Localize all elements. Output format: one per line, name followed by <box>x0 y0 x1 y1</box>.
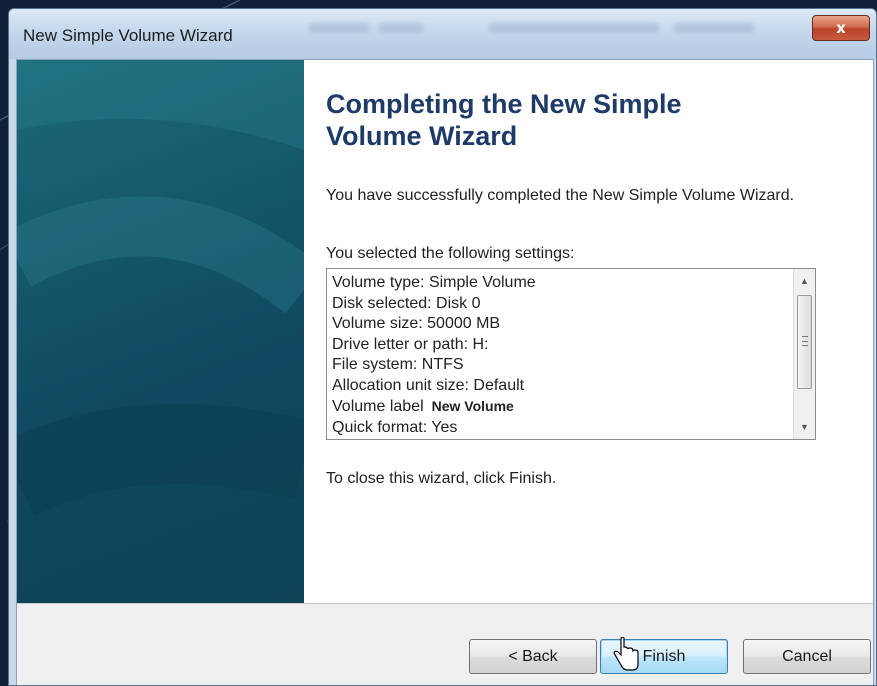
setting-disk-selected: Disk selected: Disk 0 <box>332 294 481 312</box>
settings-summary-list[interactable]: Volume type: Simple Volume Disk selected… <box>326 268 816 440</box>
setting-volume-label: Volume label New Volume <box>332 396 791 418</box>
setting-allocation-unit: Allocation unit size: Default <box>332 376 525 394</box>
back-button[interactable]: < Back <box>469 639 597 674</box>
wizard-content: Completing the New Simple Volume Wizard … <box>304 60 873 603</box>
title-bar[interactable]: New Simple Volume Wizard x <box>9 9 876 59</box>
completion-message: You have successfully completed the New … <box>326 187 795 204</box>
wizard-client-area: Completing the New Simple Volume Wizard … <box>16 59 874 685</box>
wizard-button-bar: < Back Finish Cancel <box>17 603 873 685</box>
wizard-side-banner <box>17 60 304 603</box>
cancel-button[interactable]: Cancel <box>743 639 871 674</box>
banner-graphic <box>17 60 304 517</box>
scroll-grip-icon <box>802 336 808 346</box>
setting-volume-size: Volume size: 50000 MB <box>332 315 501 332</box>
title-bar-reflection <box>489 23 659 33</box>
settings-lines: Volume type: Simple Volume Disk selected… <box>332 273 791 438</box>
title-bar-reflection <box>379 23 424 33</box>
wizard-window: New Simple Volume Wizard x Completing th… <box>8 8 877 686</box>
title-bar-reflection <box>674 23 754 33</box>
setting-volume-label-key: Volume label <box>332 398 424 415</box>
setting-quick-format: Quick format: Yes <box>332 418 458 436</box>
settings-scrollbar[interactable]: ▲ ▼ <box>793 269 815 439</box>
close-icon: x <box>836 19 846 37</box>
setting-file-system: File system: NTFS <box>332 356 464 373</box>
scroll-down-arrow-icon[interactable]: ▼ <box>794 417 815 437</box>
close-instruction: To close this wizard, click Finish. <box>326 470 557 487</box>
page-title: Completing the New Simple Volume Wizard <box>326 89 682 151</box>
scroll-up-arrow-icon[interactable]: ▲ <box>794 271 815 291</box>
hand-cursor-icon <box>613 637 639 671</box>
close-button[interactable]: x <box>812 15 870 41</box>
setting-volume-type: Volume type: Simple Volume <box>332 274 536 291</box>
scroll-thumb[interactable] <box>797 295 812 389</box>
title-bar-reflection <box>309 23 369 33</box>
setting-drive-letter: Drive letter or path: H: <box>332 335 489 353</box>
window-title: New Simple Volume Wizard <box>23 26 233 45</box>
volume-label-value: New Volume <box>431 398 514 414</box>
settings-caption: You selected the following settings: <box>326 245 575 262</box>
